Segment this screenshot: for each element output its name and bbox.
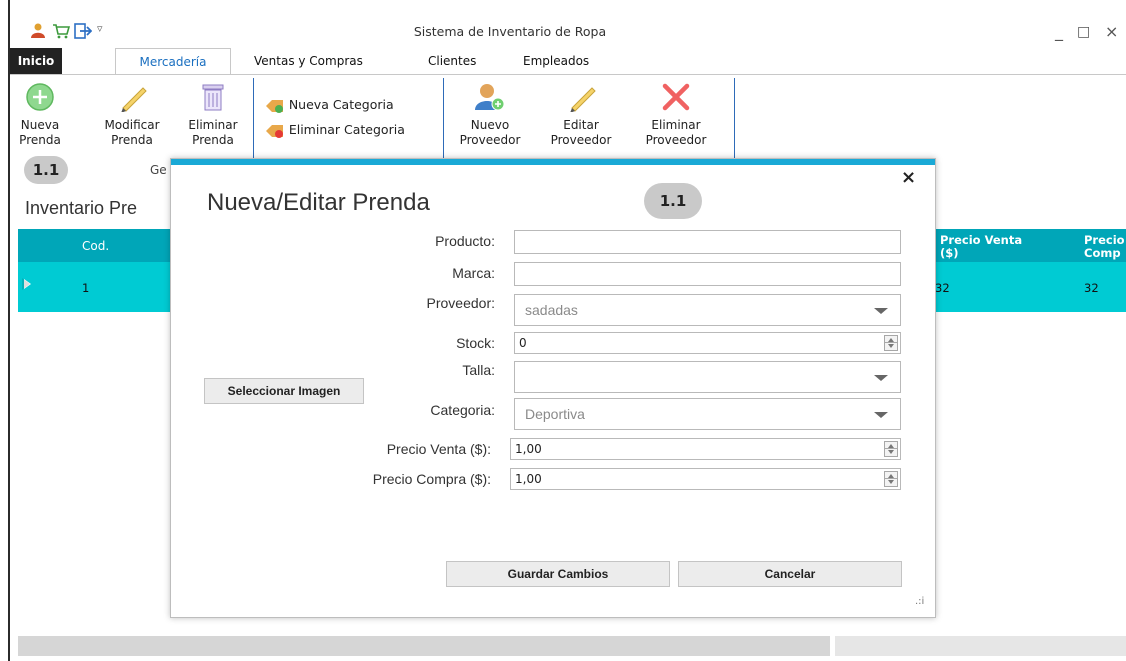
tab-mercaderia[interactable]: Mercadería xyxy=(115,48,231,74)
edit-prenda-dialog: × Nueva/Editar Prenda 1.1 Producto: Marc… xyxy=(170,158,936,618)
precio-venta-label: Precio Venta ($): xyxy=(386,441,491,457)
eliminar-proveedor-label-2: Proveedor xyxy=(645,133,707,147)
eliminar-prenda-label-1: Eliminar xyxy=(188,118,238,132)
tab-ventas-compras[interactable]: Ventas y Compras xyxy=(244,48,373,74)
modificar-prenda-label-1: Modificar xyxy=(104,118,160,132)
page-title: Inventario Pre xyxy=(25,198,138,218)
eliminar-proveedor-label-1: Eliminar xyxy=(651,118,701,132)
categoria-select[interactable]: Deportiva xyxy=(514,398,901,430)
guardar-cambios-button[interactable]: Guardar Cambios xyxy=(446,561,670,587)
precio-compra-value: 1,00 xyxy=(515,472,542,486)
chevron-down-icon xyxy=(874,412,888,418)
nueva-prenda-button[interactable]: Nueva Prenda xyxy=(14,82,66,148)
talla-label: Talla: xyxy=(462,362,495,378)
stock-label: Stock: xyxy=(456,335,495,351)
tab-inicio[interactable]: Inicio xyxy=(10,48,62,74)
editar-proveedor-label-2: Proveedor xyxy=(550,133,612,147)
row-selector-shadow xyxy=(22,278,30,290)
modificar-prenda-button[interactable]: Modificar Prenda xyxy=(92,82,172,148)
close-button[interactable]: × xyxy=(1105,22,1118,41)
seleccionar-imagen-button[interactable]: Seleccionar Imagen xyxy=(204,378,364,404)
producto-label: Producto: xyxy=(435,233,495,249)
nueva-prenda-label-2: Prenda xyxy=(19,133,61,147)
ribbon-separator xyxy=(734,78,735,158)
editar-proveedor-button[interactable]: Editar Proveedor xyxy=(546,82,616,148)
tag-remove-icon xyxy=(266,124,283,138)
column-precio-venta[interactable]: Precio Venta ($) xyxy=(940,234,1022,260)
nuevo-proveedor-label-2: Proveedor xyxy=(459,133,521,147)
eliminar-prenda-label-2: Prenda xyxy=(192,133,234,147)
nuevo-proveedor-button[interactable]: Nuevo Proveedor xyxy=(456,82,524,148)
trash-icon xyxy=(202,84,224,111)
precio-venta-stepper[interactable]: 1,00 xyxy=(510,438,901,460)
eliminar-proveedor-button[interactable]: Eliminar Proveedor xyxy=(640,82,712,148)
ribbon-separator xyxy=(253,78,254,158)
precio-venta-value: 1,00 xyxy=(515,442,542,456)
dialog-close-button[interactable]: × xyxy=(901,167,916,188)
editar-proveedor-label-1: Editar xyxy=(563,118,599,132)
ribbon-separator xyxy=(443,78,444,158)
step-badge: 1.1 xyxy=(24,156,68,184)
resize-grip-icon[interactable]: .:i xyxy=(915,596,924,607)
dialog-accent-bar xyxy=(171,159,935,165)
eliminar-categoria-label: Eliminar Categoria xyxy=(288,122,405,137)
stock-value: 0 xyxy=(519,336,527,350)
chevron-down-icon xyxy=(874,375,888,381)
nuevo-proveedor-label-1: Nuevo xyxy=(470,118,510,132)
add-icon xyxy=(26,83,54,111)
precio-compra-label: Precio Compra ($): xyxy=(372,471,491,487)
producto-input[interactable] xyxy=(514,230,901,254)
spinner-icon[interactable] xyxy=(884,441,898,457)
cell-cod: 1 xyxy=(82,281,90,295)
user-add-icon xyxy=(475,84,505,111)
pencil-icon xyxy=(121,87,147,113)
categoria-value: Deportiva xyxy=(525,406,585,422)
status-bar xyxy=(18,636,830,656)
column-precio-compra[interactable]: Precio Comp xyxy=(1084,234,1125,260)
tag-add-icon xyxy=(266,99,283,113)
proveedor-value: sadadas xyxy=(525,302,578,318)
stock-stepper[interactable]: 0 xyxy=(514,332,901,354)
marca-input[interactable] xyxy=(514,262,901,286)
cell-precio-compra: 32 xyxy=(1084,281,1099,295)
chevron-down-icon xyxy=(874,308,888,314)
title-bar xyxy=(10,0,1126,46)
dialog-step-badge: 1.1 xyxy=(644,183,702,219)
ribbon-group-label: Ge xyxy=(150,163,167,177)
categoria-label: Categoria: xyxy=(430,402,495,418)
nueva-categoria-label: Nueva Categoria xyxy=(288,97,394,112)
talla-select[interactable] xyxy=(514,361,901,393)
spinner-icon[interactable] xyxy=(884,471,898,487)
cell-precio-venta: 32 xyxy=(935,281,950,295)
spinner-icon[interactable] xyxy=(884,335,898,351)
tab-empleados[interactable]: Empleados xyxy=(513,48,599,74)
cancelar-button[interactable]: Cancelar xyxy=(678,561,902,587)
minimize-button[interactable]: _ xyxy=(1055,22,1063,41)
proveedor-label: Proveedor: xyxy=(426,295,495,311)
delete-x-icon xyxy=(662,83,690,111)
nueva-prenda-label-1: Nueva xyxy=(20,118,60,132)
column-cod[interactable]: Cod. xyxy=(82,239,109,253)
proveedor-select[interactable]: sadadas xyxy=(514,294,901,326)
modificar-prenda-label-2: Prenda xyxy=(111,133,153,147)
nueva-categoria-button[interactable]: Nueva Categoria xyxy=(265,97,394,115)
window-title: Sistema de Inventario de Ropa xyxy=(413,24,607,39)
dialog-title: Nueva/Editar Prenda xyxy=(207,189,430,216)
pencil-icon xyxy=(570,87,596,113)
marca-label: Marca: xyxy=(452,265,495,281)
status-bar-right xyxy=(835,636,1126,656)
tab-clientes[interactable]: Clientes xyxy=(418,48,486,74)
precio-compra-stepper[interactable]: 1,00 xyxy=(510,468,901,490)
eliminar-categoria-button[interactable]: Eliminar Categoria xyxy=(265,122,405,140)
maximize-button[interactable]: □ xyxy=(1077,24,1090,40)
eliminar-prenda-button[interactable]: Eliminar Prenda xyxy=(180,82,246,148)
